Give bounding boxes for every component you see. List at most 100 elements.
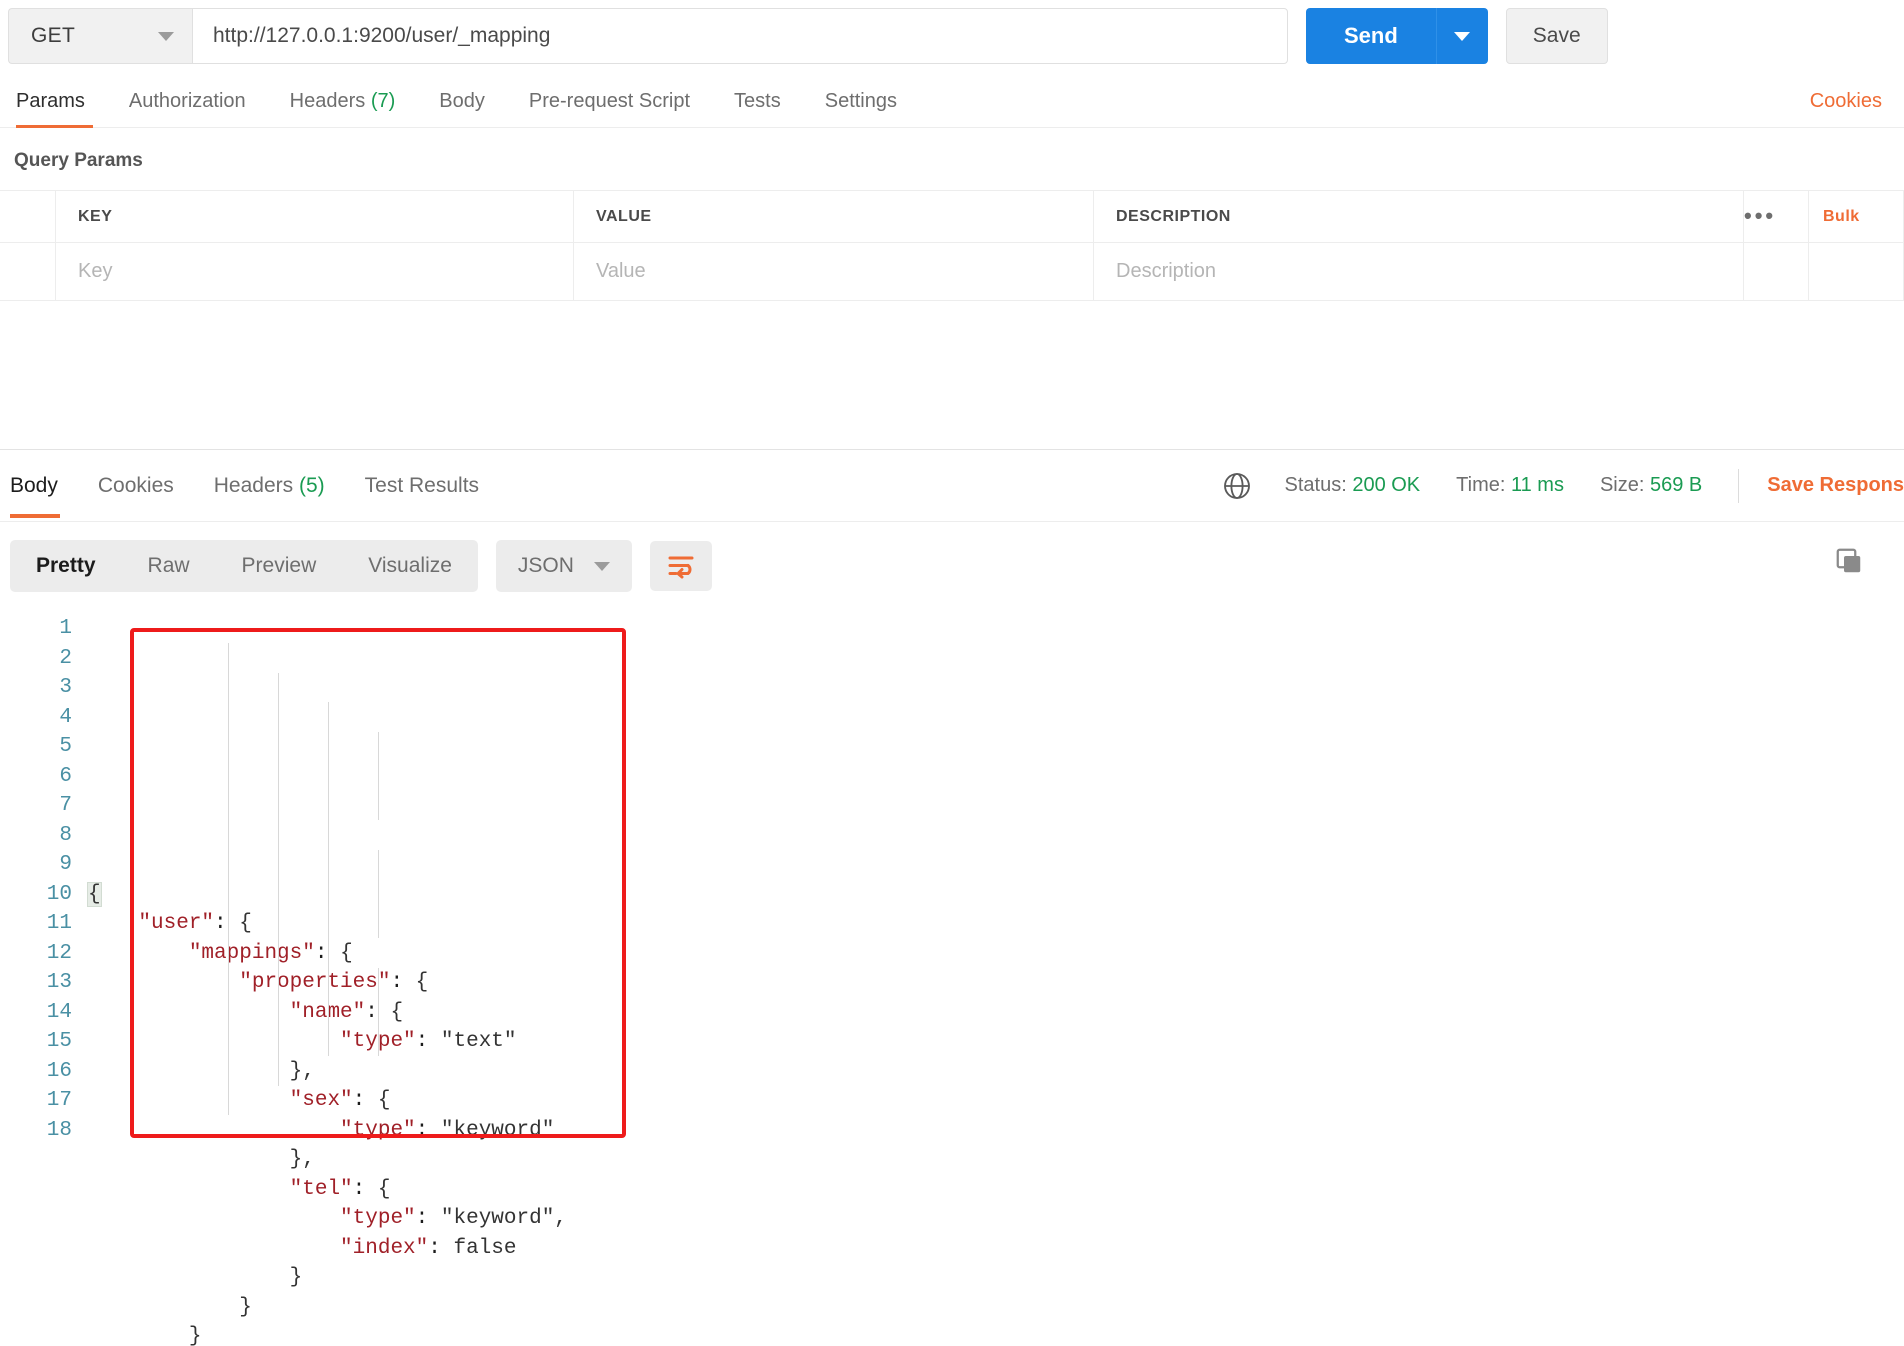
save-response-button[interactable]: Save Respons	[1767, 474, 1904, 497]
code-line: "sex": {	[289, 1089, 391, 1112]
row-checkbox-cell[interactable]	[0, 242, 56, 301]
line-number: 16	[46, 1059, 72, 1083]
http-method-label: GET	[31, 24, 76, 47]
tab-count-badge: (5)	[298, 473, 325, 497]
tab-tests[interactable]: Tests	[712, 90, 803, 127]
json-body-text[interactable]: { "user": { "mappings": { "properties": …	[87, 614, 1904, 1346]
code-line: "type": "text"	[340, 1030, 517, 1053]
line-number: 6	[59, 764, 72, 788]
line-number-gutter: 1 2 3 4 5 6 7 8 9 10 11 12 13 14 15 16 1…	[0, 614, 88, 1346]
chevron-down-icon	[593, 561, 610, 571]
code-line: },	[88, 1148, 315, 1171]
status-badge: Status: 200 OK	[1285, 474, 1421, 497]
response-format-select[interactable]: JSON	[495, 540, 632, 592]
globe-icon[interactable]	[1221, 470, 1253, 502]
response-tab-headers[interactable]: Headers (5)	[194, 454, 345, 518]
code-line: }	[88, 1266, 303, 1289]
view-mode-raw[interactable]: Raw	[122, 540, 216, 592]
response-body-code: 1 2 3 4 5 6 7 8 9 10 11 12 13 14 15 16 1…	[0, 606, 1904, 1346]
tab-label: Test Results	[364, 473, 480, 497]
view-mode-group: Pretty Raw Preview Visualize	[10, 540, 478, 592]
code-line: "tel": {	[289, 1177, 391, 1201]
line-number: 7	[59, 794, 72, 817]
send-options-button[interactable]	[1435, 8, 1488, 64]
code-line: "mappings": {	[188, 941, 353, 965]
response-tab-cookies[interactable]: Cookies	[78, 454, 194, 518]
code-line: "properties": {	[239, 971, 429, 994]
tab-label: Settings	[824, 90, 897, 112]
header-description: DESCRIPTION	[1093, 190, 1744, 243]
send-button-group: Send	[1306, 8, 1488, 64]
line-number: 9	[59, 853, 72, 876]
chevron-down-icon	[158, 31, 174, 41]
param-key-input[interactable]: Key	[55, 242, 574, 301]
tab-label: Headers	[213, 473, 294, 497]
response-tabs: Body Cookies Headers (5) Test Results St…	[0, 450, 1904, 522]
line-number: 17	[46, 1089, 72, 1112]
line-number: 13	[46, 971, 72, 994]
code-line: "type": "keyword"	[340, 1118, 555, 1142]
time-value: 11 ms	[1510, 474, 1564, 496]
line-number: 14	[46, 1000, 72, 1024]
query-params-table: KEY VALUE DESCRIPTION ••• Bulk Key Value…	[0, 190, 1904, 301]
copy-to-clipboard-button[interactable]	[1834, 546, 1864, 581]
request-bar: GET http://127.0.0.1:9200/user/_mapping …	[0, 0, 1904, 72]
param-description-input[interactable]: Description	[1093, 242, 1744, 301]
response-tab-body[interactable]: Body	[8, 454, 78, 518]
tab-authorization[interactable]: Authorization	[107, 90, 268, 127]
url-input[interactable]: http://127.0.0.1:9200/user/_mapping	[192, 8, 1288, 64]
param-value-input[interactable]: Value	[573, 242, 1094, 301]
params-empty-space	[0, 301, 1904, 449]
line-number: 11	[46, 912, 72, 935]
line-number: 15	[46, 1030, 72, 1053]
tab-body[interactable]: Body	[417, 90, 507, 127]
status-value: 200 OK	[1352, 474, 1421, 496]
line-number: 18	[46, 1118, 72, 1142]
wrap-lines-button[interactable]	[649, 541, 712, 591]
header-checkbox-cell	[0, 190, 56, 243]
code-line: "name": {	[290, 1000, 404, 1024]
query-params-title: Query Params	[14, 150, 143, 171]
tab-pre-request-script[interactable]: Pre-request Script	[507, 90, 712, 127]
row-bulk-cell	[1808, 242, 1904, 301]
tab-headers[interactable]: Headers (7)	[268, 90, 418, 127]
bulk-edit-button[interactable]: Bulk	[1808, 190, 1904, 243]
response-tab-test-results[interactable]: Test Results	[345, 454, 499, 518]
response-meta: Status: 200 OK Time: 11 ms Size: 569 B S…	[1221, 450, 1904, 521]
line-number: 1	[59, 617, 72, 640]
cookies-link[interactable]: Cookies	[1810, 90, 1882, 113]
view-mode-preview[interactable]: Preview	[216, 540, 343, 592]
line-number: 4	[59, 705, 72, 729]
line-number: 3	[59, 676, 72, 699]
line-number: 5	[59, 735, 72, 758]
send-button[interactable]: Send	[1306, 8, 1436, 64]
tab-label: Headers	[289, 90, 366, 112]
tab-label: Authorization	[128, 90, 246, 112]
table-row: Key Value Description	[0, 242, 1904, 301]
code-line: },	[88, 1059, 315, 1083]
code-line: "user": {	[138, 912, 252, 935]
code-line: }	[88, 1325, 202, 1346]
view-mode-pretty[interactable]: Pretty	[10, 540, 122, 592]
tab-label: Body	[439, 90, 485, 112]
tab-settings[interactable]: Settings	[803, 90, 919, 127]
save-request-button[interactable]: Save	[1505, 8, 1608, 64]
tab-label: Body	[10, 473, 58, 497]
header-more-actions[interactable]: •••	[1743, 190, 1809, 243]
http-method-select[interactable]: GET	[8, 8, 192, 64]
time-badge: Time: 11 ms	[1456, 474, 1564, 497]
code-line: "type": "keyword",	[340, 1207, 567, 1230]
line-number: 2	[59, 646, 72, 670]
tab-label: Cookies	[97, 473, 174, 497]
status-label: Status:	[1284, 474, 1347, 496]
line-number: 8	[59, 823, 72, 847]
size-badge: Size: 569 B	[1600, 474, 1702, 497]
tab-params[interactable]: Params	[8, 90, 107, 128]
more-horizontal-icon: •••	[1744, 203, 1777, 228]
meta-divider	[1738, 468, 1740, 503]
row-tools-cell	[1743, 242, 1809, 301]
view-mode-visualize[interactable]: Visualize	[342, 540, 478, 592]
header-value: VALUE	[573, 190, 1094, 243]
code-line: {	[87, 881, 102, 907]
tab-label: Params	[16, 90, 85, 112]
